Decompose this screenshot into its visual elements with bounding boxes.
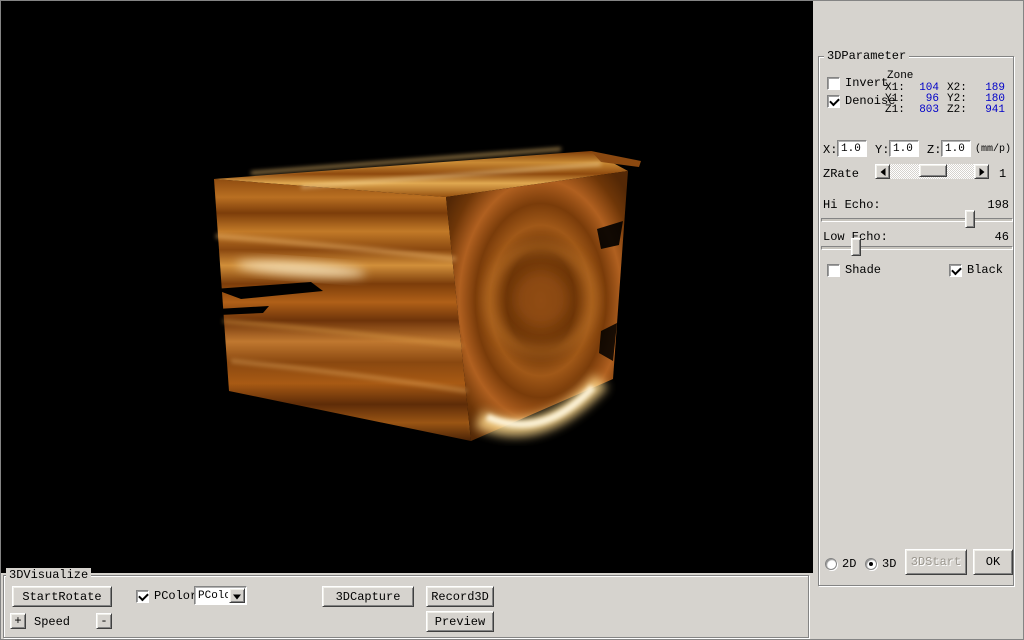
zrate-scrollbar[interactable] [875,164,989,179]
app-window: 3DParameter Invert Denoise Zone X1: 104 … [0,0,1024,640]
pcolor-checkbox-box [136,590,149,603]
shade-checkbox-label: Shade [845,263,881,277]
hi-echo-slider-thumb[interactable] [965,210,975,228]
start3d-button[interactable]: 3DStart [905,549,967,575]
arrow-right-icon [979,168,984,176]
zrate-scroll-right-button[interactable] [974,164,989,179]
scale-y-label: Y: [875,143,889,157]
zone-z1-label: Z1: [885,105,905,116]
hi-echo-slider[interactable] [821,209,1013,229]
zone-row-z: Z1: 803 Z2: 941 [885,105,1015,116]
pcolor-dropdown[interactable]: PColor [194,586,247,605]
parameter-groupbox-title: 3DParameter [824,49,909,63]
invert-checkbox[interactable]: Invert [827,76,888,90]
mode-2d-radio[interactable]: 2D [825,557,856,571]
pcolor-checkbox[interactable]: PColor [136,589,197,603]
zone-z2-value: 941 [967,105,1005,116]
3d-viewport[interactable] [1,1,813,573]
zrate-value: 1 [999,167,1006,181]
parameter-panel: 3DParameter Invert Denoise Zone X1: 104 … [813,1,1024,640]
visualize-groupbox-title: 3DVisualize [6,568,91,582]
speed-minus-button[interactable]: - [96,613,112,629]
scale-x-label: X: [823,143,837,157]
arrow-left-icon [880,168,885,176]
zrate-scroll-thumb[interactable] [919,164,948,177]
record3d-button[interactable]: Record3D [426,586,494,607]
scale-z-label: Z: [927,143,941,157]
shade-checkbox-box [827,264,840,277]
pcolor-dropdown-button[interactable] [229,588,245,603]
zone-z1-value: 803 [903,105,939,116]
chevron-down-icon [233,594,241,599]
mode-3d-radio[interactable]: 3D [865,557,896,571]
zrate-label: ZRate [823,167,859,181]
invert-checkbox-label: Invert [845,76,888,90]
capture3d-button[interactable]: 3DCapture [322,586,414,607]
scale-unit-label: (mm/p) [975,144,1011,155]
shade-checkbox[interactable]: Shade [827,263,881,277]
speed-label: Speed [34,615,70,629]
scale-z-input[interactable] [941,140,971,157]
zone-label: Zone [887,70,913,82]
visualize-groupbox: 3DVisualize StartRotate PColor PColor 3D… [3,575,809,638]
invert-checkbox-box [827,77,840,90]
preview-button[interactable]: Preview [426,611,494,632]
speed-plus-button[interactable]: + [10,613,26,629]
zone-z2-label: Z2: [947,105,967,116]
black-checkbox[interactable]: Black [949,263,1003,277]
low-echo-slider-thumb[interactable] [851,238,861,256]
mode-3d-radio-label: 3D [882,557,896,571]
scale-x-input[interactable] [837,140,867,157]
parameter-groupbox: 3DParameter Invert Denoise Zone X1: 104 … [818,56,1014,586]
start-rotate-button[interactable]: StartRotate [12,586,112,607]
denoise-checkbox-box [827,95,840,108]
mode-2d-radio-circle [825,558,837,570]
zone-values: X1: 104 X2: 189 Y1: 96 Y2: 180 Z1: 803 Z… [885,83,1015,116]
visualize-panel: 3DVisualize StartRotate PColor PColor 3D… [1,573,813,640]
mode-2d-radio-label: 2D [842,557,856,571]
zrate-scroll-track[interactable] [890,164,974,179]
ok-button[interactable]: OK [973,549,1013,575]
scale-y-input[interactable] [889,140,919,157]
black-checkbox-box [949,264,962,277]
black-checkbox-label: Black [967,263,1003,277]
zrate-scroll-left-button[interactable] [875,164,890,179]
volume-render [1,1,813,573]
hi-echo-slider-track[interactable] [821,218,1013,222]
pcolor-checkbox-label: PColor [154,589,197,603]
mode-3d-radio-circle [865,558,877,570]
pcolor-dropdown-value: PColor [195,590,228,602]
low-echo-slider[interactable] [821,237,1013,257]
